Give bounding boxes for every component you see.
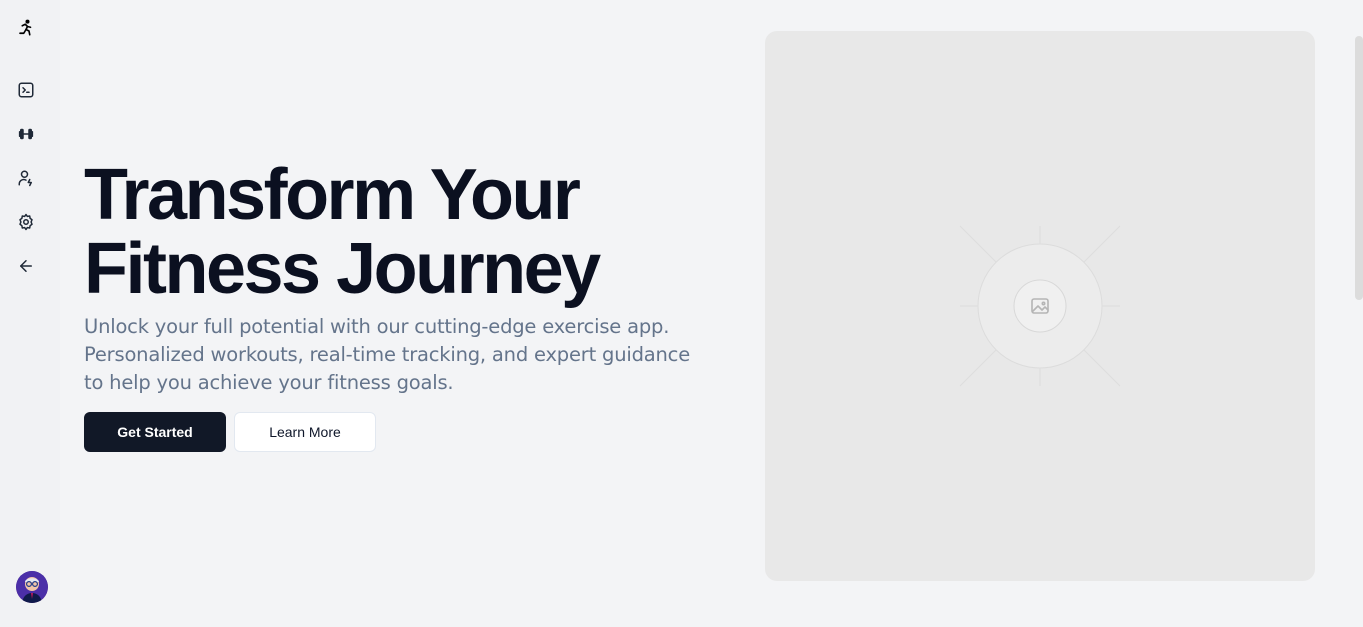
arrow-left-icon[interactable] bbox=[12, 252, 40, 280]
hero-subtitle: Unlock your full potential with our cutt… bbox=[84, 315, 691, 394]
terminal-icon[interactable] bbox=[12, 76, 40, 104]
hero-title-line-1: Transform Your bbox=[84, 155, 581, 235]
user-check-icon[interactable] bbox=[12, 164, 40, 192]
dumbbell-icon[interactable] bbox=[12, 120, 40, 148]
settings-icon[interactable] bbox=[12, 208, 40, 236]
placeholder-graphic bbox=[959, 225, 1121, 387]
running-person-icon[interactable] bbox=[12, 14, 40, 42]
learn-more-button[interactable]: Learn More bbox=[234, 412, 376, 452]
get-started-button[interactable]: Get Started bbox=[84, 412, 226, 452]
user-avatar[interactable] bbox=[16, 571, 48, 603]
page-scrollbar[interactable] bbox=[1355, 36, 1363, 300]
hero-image-placeholder bbox=[765, 31, 1315, 581]
hero-title-line-2: Fitness Journey bbox=[84, 229, 601, 309]
hero-title: Transform Your Fitness Journey bbox=[84, 158, 744, 306]
sidebar bbox=[0, 0, 60, 627]
app-root: Transform Your Fitness Journey Unlock yo… bbox=[0, 0, 1363, 627]
